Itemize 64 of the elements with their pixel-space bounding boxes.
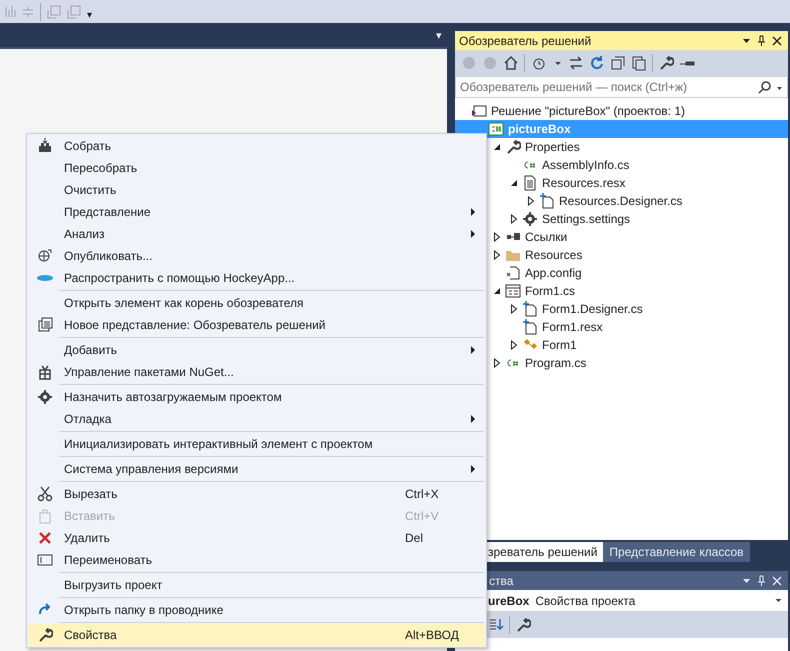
gear-icon bbox=[37, 389, 53, 405]
linked-file-icon bbox=[522, 319, 538, 335]
expand-arrow-icon[interactable] bbox=[510, 340, 518, 350]
dropdown-icon[interactable] bbox=[742, 36, 751, 45]
menu-item[interactable]: Система управления версиями bbox=[28, 458, 485, 480]
wrench-icon[interactable] bbox=[658, 55, 674, 71]
expand-arrow-icon[interactable] bbox=[493, 250, 501, 260]
config-file-icon bbox=[505, 265, 521, 281]
clipboard-icon bbox=[37, 508, 53, 524]
menu-item[interactable]: Назначить автозагружаемым проектом bbox=[28, 386, 485, 408]
expand-arrow-icon[interactable] bbox=[493, 358, 501, 368]
menu-item[interactable]: Инициализировать интерактивный элемент с проектом bbox=[28, 433, 485, 455]
collapse-arrow-icon[interactable] bbox=[493, 287, 501, 295]
form-icon bbox=[505, 283, 521, 299]
sync-icon[interactable] bbox=[568, 55, 584, 71]
expand-arrow-icon[interactable] bbox=[510, 304, 518, 314]
expand-arrow-icon[interactable] bbox=[527, 196, 535, 206]
menu-item[interactable]: Вырезать Ctrl+X bbox=[28, 483, 485, 505]
gear-icon bbox=[522, 211, 538, 227]
globe-icon bbox=[37, 248, 53, 264]
disc-icon bbox=[36, 273, 54, 283]
pin-icon[interactable] bbox=[757, 35, 766, 46]
windows-icon bbox=[37, 317, 53, 333]
solution-icon bbox=[471, 103, 487, 119]
scissors-icon bbox=[37, 486, 53, 502]
delete-icon bbox=[37, 530, 53, 546]
expand-arrow-icon[interactable] bbox=[510, 214, 518, 224]
shortcut-label: Del bbox=[405, 531, 424, 545]
shortcut-label: Ctrl+V bbox=[405, 509, 440, 523]
files-icon[interactable] bbox=[631, 55, 647, 71]
csharp-file-icon bbox=[505, 357, 521, 369]
collapse-arrow-icon[interactable] bbox=[510, 179, 518, 187]
shortcut-label: Ctrl+X bbox=[405, 487, 440, 501]
expand-arrow-icon[interactable] bbox=[493, 232, 501, 242]
tree-item[interactable]: Решение "pictureBox" (проектов: 1) bbox=[455, 102, 788, 120]
shortcut-label: Alt+ВВОД bbox=[405, 628, 460, 642]
package-icon bbox=[37, 364, 53, 380]
csharp-file-icon bbox=[522, 159, 538, 171]
wrench-icon[interactable] bbox=[515, 617, 531, 633]
search-field[interactable]: Обозреватель решений — поиск (Ctrl+ж) bbox=[455, 76, 788, 98]
panel-title: Обозреватель решений bbox=[459, 34, 592, 48]
home-icon[interactable] bbox=[503, 55, 519, 71]
wrench-icon bbox=[505, 139, 521, 155]
linked-file-icon bbox=[522, 301, 538, 317]
panel-tab[interactable]: Представление классов bbox=[603, 542, 750, 562]
object-name: ureBox bbox=[488, 594, 530, 608]
search-icon[interactable] bbox=[758, 80, 772, 94]
menu-item[interactable]: Отладка bbox=[28, 408, 485, 430]
rename-icon bbox=[37, 553, 53, 567]
refresh-icon[interactable] bbox=[589, 55, 605, 71]
dropdown-button[interactable]: ▾ bbox=[436, 28, 442, 42]
object-type: Свойства проекта bbox=[535, 594, 636, 608]
wrench-icon bbox=[37, 627, 53, 643]
panel-title: ства bbox=[488, 574, 514, 588]
menu-item[interactable]: Свойства Alt+ВВОД bbox=[28, 624, 485, 646]
linked-file-icon bbox=[539, 193, 555, 209]
close-icon[interactable] bbox=[772, 36, 782, 46]
collapse-arrow-icon[interactable] bbox=[493, 143, 501, 151]
sort-icon[interactable] bbox=[488, 617, 504, 633]
csharp-project-icon bbox=[488, 121, 504, 137]
build-icon bbox=[37, 138, 53, 154]
collapse-all-icon[interactable] bbox=[610, 55, 626, 71]
document-icon bbox=[522, 175, 538, 191]
overflow-button[interactable]: ▾ bbox=[87, 8, 92, 20]
